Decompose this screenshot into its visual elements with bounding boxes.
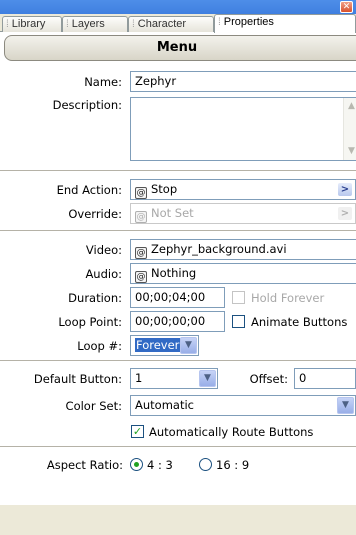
panel-titlebar: ✕ xyxy=(0,0,356,14)
audio-label: Audio: xyxy=(85,267,122,281)
panel-tabs: ⁞ Library ⁞ Layers ⁞ Character ⁞ Properties xyxy=(0,14,356,33)
object-type-header: Menu xyxy=(4,35,356,61)
end-action-value: Stop xyxy=(151,182,178,196)
arrow-right-icon[interactable]: > xyxy=(338,183,352,196)
loop-point-label: Loop Point: xyxy=(58,315,122,329)
grip-icon: ⁞ xyxy=(66,19,69,30)
arrow-right-icon[interactable]: > xyxy=(338,207,352,220)
audio-value: Nothing xyxy=(151,266,197,280)
divider xyxy=(0,170,356,171)
hold-forever-label: Hold Forever xyxy=(251,291,325,305)
end-action-field[interactable]: @ Stop > xyxy=(130,179,356,200)
chevron-down-icon[interactable]: ▼ xyxy=(199,370,216,387)
chevron-down-icon[interactable]: ▼ xyxy=(180,337,197,354)
duration-label: Duration: xyxy=(68,291,122,305)
animate-buttons-checkbox[interactable] xyxy=(232,315,245,328)
scroll-up-icon[interactable]: ▲ xyxy=(345,100,356,113)
chevron-down-icon[interactable]: ▼ xyxy=(337,397,354,414)
animate-buttons-label: Animate Buttons xyxy=(251,315,348,329)
audio-field[interactable]: @ Nothing xyxy=(130,263,356,284)
aspect-16-9-label: 16 : 9 xyxy=(216,458,250,472)
loop-count-select[interactable]: Forever ▼ xyxy=(130,335,199,356)
link-icon: @ xyxy=(135,211,147,223)
color-set-value: Automatic xyxy=(135,398,194,412)
divider xyxy=(0,446,356,447)
default-button-select[interactable]: 1 ▼ xyxy=(130,368,218,389)
offset-field[interactable]: 0 xyxy=(294,368,356,389)
auto-route-checkbox[interactable]: ✓ xyxy=(131,425,144,438)
panel-footer xyxy=(0,505,356,535)
hold-forever-checkbox[interactable] xyxy=(232,291,245,304)
default-button-label: Default Button: xyxy=(33,372,122,386)
description-scrollbar[interactable]: ▲ ▼ xyxy=(343,98,356,160)
close-icon[interactable]: ✕ xyxy=(340,1,353,13)
aspect-ratio-label: Aspect Ratio: xyxy=(46,458,123,472)
grip-icon: ⁞ xyxy=(6,19,9,30)
tab-label: Character xyxy=(137,18,187,30)
loop-count-label: Loop #: xyxy=(77,339,122,353)
description-label: Description: xyxy=(52,98,122,112)
link-icon: @ xyxy=(135,271,147,283)
name-value: Zephyr xyxy=(135,74,177,88)
radio-selected-dot xyxy=(134,462,139,467)
duration-field[interactable]: 00;00;04;00 xyxy=(130,287,225,308)
aspect-4-3-radio[interactable] xyxy=(130,458,143,471)
offset-value: 0 xyxy=(299,371,307,385)
name-label: Name: xyxy=(84,75,122,89)
tab-library[interactable]: ⁞ Library xyxy=(2,16,62,32)
tab-character[interactable]: ⁞ Character xyxy=(128,16,214,32)
aspect-4-3-label: 4 : 3 xyxy=(147,458,173,472)
override-value: Not Set xyxy=(151,206,194,220)
tab-layers[interactable]: ⁞ Layers xyxy=(62,16,128,32)
scroll-down-icon[interactable]: ▼ xyxy=(345,145,356,158)
loop-count-value: Forever xyxy=(135,338,181,352)
grip-icon: ⁞ xyxy=(218,17,221,28)
link-icon: @ xyxy=(135,247,147,259)
video-label: Video: xyxy=(85,243,122,257)
check-icon: ✓ xyxy=(132,425,143,438)
override-label: Override: xyxy=(68,207,122,221)
duration-value: 00;00;04;00 xyxy=(135,290,206,304)
aspect-16-9-radio[interactable] xyxy=(199,458,212,471)
tab-properties[interactable]: ⁞ Properties xyxy=(214,14,356,33)
loop-point-value: 00;00;00;00 xyxy=(135,314,206,328)
video-value: Zephyr_background.avi xyxy=(151,242,287,256)
header-title: Menu xyxy=(156,40,198,55)
color-set-label: Color Set: xyxy=(65,399,122,413)
color-set-select[interactable]: Automatic ▼ xyxy=(130,395,356,416)
video-field[interactable]: @ Zephyr_background.avi xyxy=(130,239,356,260)
offset-label: Offset: xyxy=(249,372,288,386)
tab-label: Properties xyxy=(223,16,274,28)
divider xyxy=(0,230,356,231)
grip-icon: ⁞ xyxy=(132,19,135,30)
description-field[interactable]: ▲ ▼ xyxy=(130,97,356,161)
tab-label: Library xyxy=(11,18,46,30)
override-field[interactable]: @ Not Set > xyxy=(130,203,356,224)
default-button-value: 1 xyxy=(135,371,143,385)
divider xyxy=(0,360,356,361)
end-action-label: End Action: xyxy=(56,183,122,197)
name-field[interactable]: Zephyr xyxy=(130,71,356,92)
auto-route-label: Automatically Route Buttons xyxy=(149,425,314,439)
loop-point-field[interactable]: 00;00;00;00 xyxy=(130,311,225,332)
link-icon: @ xyxy=(135,187,147,199)
tab-label: Layers xyxy=(71,18,105,30)
